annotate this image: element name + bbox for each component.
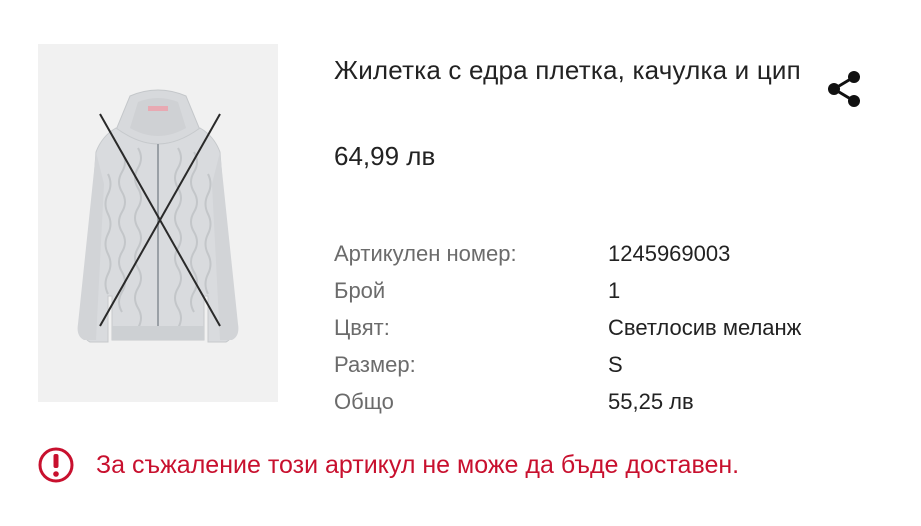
detail-row-total: Общо 55,25 лв: [334, 386, 894, 423]
color-value: Светлосив меланж: [608, 315, 802, 340]
product-details: Артикулен номер: 1245969003 Брой 1 Цвят:…: [334, 238, 894, 423]
alert-message: За съжаление този артикул не може да бъд…: [96, 451, 740, 479]
warning-icon: [38, 447, 74, 483]
share-button[interactable]: [824, 68, 866, 110]
article-number-label: Артикулен номер:: [334, 241, 517, 266]
size-value: S: [608, 352, 623, 377]
product-price: 64,99 лв: [334, 141, 436, 171]
product-image[interactable]: [38, 44, 278, 402]
total-label: Общо: [334, 389, 394, 414]
product-title[interactable]: Жилетка с едра плетка, качулка и цип: [334, 50, 814, 91]
article-number-value: 1245969003: [608, 241, 731, 266]
share-icon: [828, 71, 860, 107]
detail-row-size: Размер: S: [334, 349, 894, 386]
detail-row-article: Артикулен номер: 1245969003: [334, 238, 894, 275]
detail-row-quantity: Брой 1: [334, 275, 894, 312]
quantity-label: Брой: [334, 278, 386, 303]
quantity-value: 1: [608, 278, 621, 303]
cardigan-image: [38, 44, 278, 402]
detail-row-color: Цвят: Светлосив меланж: [334, 312, 894, 349]
size-label: Размер:: [334, 352, 416, 377]
product-unavailable-card: Жилетка с едра плетка, качулка и цип 64,…: [0, 0, 921, 526]
total-value: 55,25 лв: [608, 389, 694, 414]
color-label: Цвят:: [334, 315, 390, 340]
